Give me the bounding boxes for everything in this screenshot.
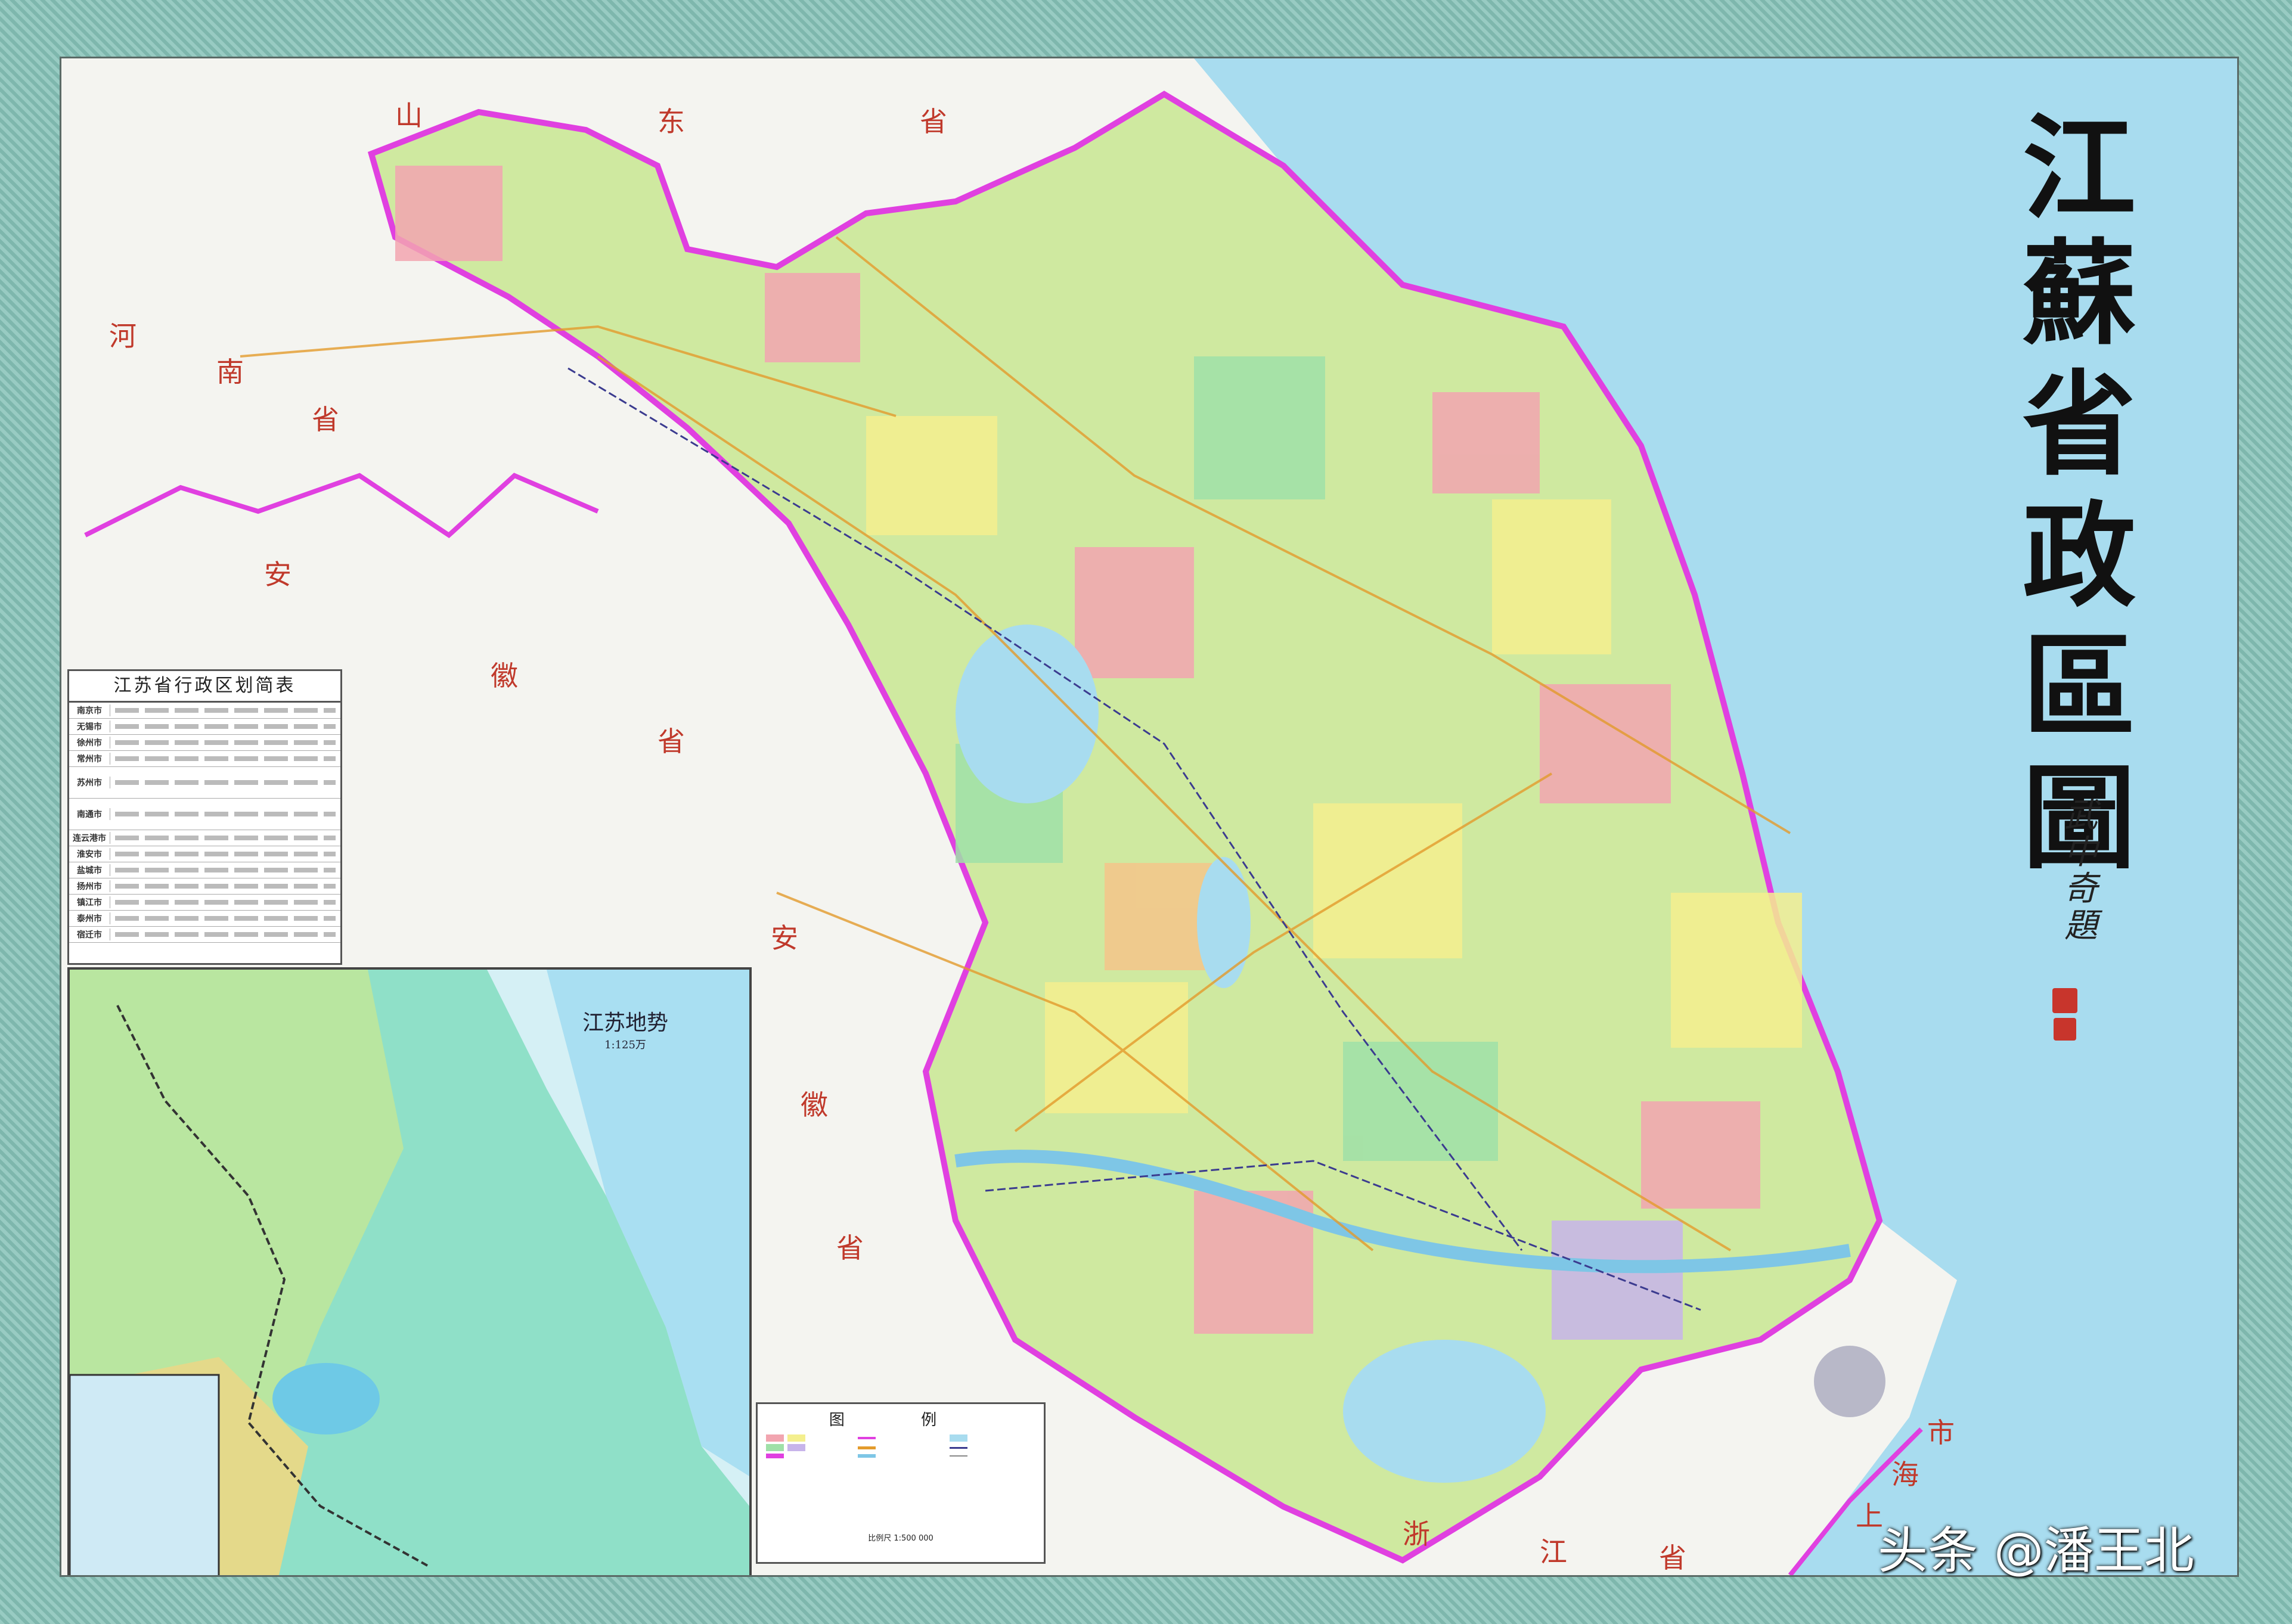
neighbor-label: 山 bbox=[395, 100, 423, 132]
city-name: 扬州市 bbox=[69, 880, 110, 892]
table-row: 淮安市 bbox=[69, 846, 340, 862]
legend-title: 图 例 bbox=[829, 1411, 973, 1429]
neighbor-label: 徽 bbox=[801, 1089, 828, 1121]
neighbor-label: 江 bbox=[1540, 1536, 1567, 1568]
table-row: 泰州市 bbox=[69, 911, 340, 927]
neighbor-label: 徽 bbox=[491, 660, 518, 692]
neighbor-boundary bbox=[84, 473, 599, 539]
table-row: 盐城市 bbox=[69, 862, 340, 878]
city-name: 连云港市 bbox=[69, 832, 110, 844]
inset-title-text: 江苏地势 bbox=[582, 1011, 669, 1035]
neighbor-label: 浙 bbox=[1403, 1518, 1430, 1550]
legend-item bbox=[858, 1444, 944, 1451]
neighbor-label: 安 bbox=[264, 558, 291, 591]
gaoyou-lake bbox=[1197, 857, 1251, 988]
legend-item bbox=[950, 1454, 1035, 1458]
map-title-char: 江 bbox=[2023, 102, 2136, 235]
legend-item bbox=[766, 1454, 852, 1458]
legend-scale: 比例尺 1:500 000 bbox=[868, 1534, 933, 1543]
neighbor-label: 海 bbox=[1891, 1458, 1919, 1491]
table-row: 无锡市 bbox=[69, 719, 340, 735]
city-name: 苏州市 bbox=[69, 777, 110, 788]
watermark-text: 头条 @潘王北 bbox=[1878, 1521, 2194, 1580]
city-name: 南通市 bbox=[69, 808, 110, 820]
city-name: 常州市 bbox=[69, 753, 110, 765]
city-name: 无锡市 bbox=[69, 721, 110, 732]
inset-title: 江苏地势 1:125万 bbox=[582, 1005, 668, 1052]
table-row: 苏州市 bbox=[69, 767, 340, 799]
city-name: 宿迁市 bbox=[69, 929, 110, 940]
table-row: 连云港市 bbox=[69, 830, 340, 846]
table-row: 南通市 bbox=[69, 799, 340, 830]
city-name: 盐城市 bbox=[69, 864, 110, 876]
calligrapher-signature: 武中奇題 bbox=[2064, 796, 2098, 945]
red-seal-icon bbox=[2052, 988, 2077, 1013]
legend-item bbox=[950, 1434, 1035, 1442]
neighbor-label: 南 bbox=[216, 356, 244, 388]
tai-lake bbox=[1343, 1340, 1546, 1483]
table-row: 常州市 bbox=[69, 751, 340, 767]
inset-scale: 1:125万 bbox=[604, 1039, 646, 1051]
map-legend: 图 例 比例尺 1:500 000 bbox=[756, 1402, 1046, 1564]
neighbor-label: 东 bbox=[657, 105, 685, 138]
red-seal-icon bbox=[2054, 1018, 2076, 1041]
shanghai-area bbox=[1814, 1346, 1885, 1417]
admin-division-table: 江苏省行政区划简表 南京市 无锡市 徐州市 常州市 苏州市 南通市 连云港市 淮… bbox=[67, 669, 342, 965]
city-name: 泰州市 bbox=[69, 912, 110, 924]
table-row: 镇江市 bbox=[69, 895, 340, 911]
table-row: 南京市 bbox=[69, 703, 340, 719]
city-name: 淮安市 bbox=[69, 848, 110, 860]
legend-item bbox=[858, 1454, 944, 1458]
main-map: 山 东 省 河 南 省 安 徽 省 安 徽 省 浙 江 省 上 海 市 江 蘇 … bbox=[60, 57, 2239, 1577]
map-title-char: 區 bbox=[2023, 620, 2136, 753]
city-name: 南京市 bbox=[69, 704, 110, 716]
legend-item bbox=[858, 1434, 944, 1442]
terrain-inset-map: 江苏地势 1:125万 bbox=[67, 967, 752, 1575]
city-name: 镇江市 bbox=[69, 896, 110, 908]
legend-item bbox=[766, 1444, 852, 1451]
table-row: 扬州市 bbox=[69, 878, 340, 895]
neighbor-label: 市 bbox=[1927, 1417, 1955, 1449]
neighbor-label: 河 bbox=[109, 320, 137, 352]
map-title-char: 政 bbox=[2023, 489, 2136, 622]
city-name: 徐州市 bbox=[69, 737, 110, 749]
table-row: 宿迁市 bbox=[69, 927, 340, 943]
terrain-canvas bbox=[70, 970, 749, 1575]
legend-item bbox=[950, 1444, 1035, 1451]
table-row: 徐州市 bbox=[69, 735, 340, 751]
map-frame: 山 东 省 河 南 省 安 徽 省 安 徽 省 浙 江 省 上 海 市 江 蘇 … bbox=[0, 0, 2292, 1624]
map-title-char: 省 bbox=[2023, 358, 2136, 491]
legend-grid bbox=[758, 1430, 1044, 1463]
table-title: 江苏省行政区划简表 bbox=[69, 671, 340, 703]
neighbor-label: 省 bbox=[657, 725, 685, 757]
neighbor-label: 省 bbox=[836, 1232, 864, 1264]
neighbor-label: 省 bbox=[1659, 1542, 1686, 1574]
map-title-char: 蘇 bbox=[2023, 227, 2136, 360]
neighbor-label: 安 bbox=[771, 922, 798, 954]
neighbor-label: 省 bbox=[312, 403, 339, 436]
legend-item bbox=[766, 1434, 852, 1442]
neighbor-label: 省 bbox=[920, 105, 947, 138]
